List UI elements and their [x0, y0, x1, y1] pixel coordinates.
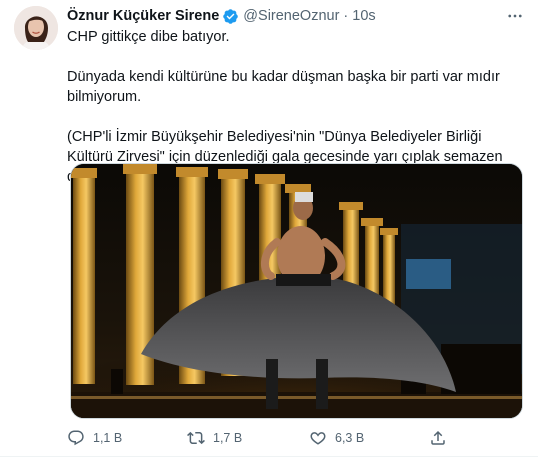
retweet-icon: [187, 431, 205, 445]
like-count: 6,3 B: [335, 431, 365, 445]
separator-dot: ·: [343, 8, 349, 24]
author-name[interactable]: Öznur Küçüker Sirene: [67, 8, 219, 24]
more-horizontal-icon[interactable]: [504, 6, 526, 26]
share-button[interactable]: [429, 427, 455, 449]
reply-button[interactable]: 1,1 B: [67, 427, 122, 449]
tweet-text-line-1: CHP gittikçe dibe batıyor.: [67, 29, 230, 45]
share-icon: [431, 430, 445, 445]
retweet-count: 1,7 B: [213, 431, 243, 445]
tweet-text-line-2: Dünyada kendi kültürüne bu kadar düşman …: [67, 69, 500, 105]
author-handle[interactable]: @SireneOznur: [243, 8, 339, 24]
avatar[interactable]: [14, 6, 58, 50]
tweet[interactable]: Öznur Küçüker Sirene @SireneOznur · 10s …: [0, 0, 538, 457]
like-button[interactable]: 6,3 B: [309, 427, 364, 449]
reply-icon: [68, 430, 84, 446]
reply-count: 1,1 B: [93, 431, 123, 445]
tweet-media-image[interactable]: [70, 163, 523, 419]
media-photo: [71, 164, 522, 418]
verified-badge-icon: [222, 8, 239, 25]
heart-icon: [310, 432, 326, 445]
tweet-header: Öznur Küçüker Sirene @SireneOznur · 10s: [67, 6, 376, 26]
retweet-button[interactable]: 1,7 B: [187, 427, 242, 449]
timestamp[interactable]: 10s: [352, 8, 375, 24]
tweet-actions: 1,1 B 1,7 B 6,3 B: [67, 427, 467, 449]
